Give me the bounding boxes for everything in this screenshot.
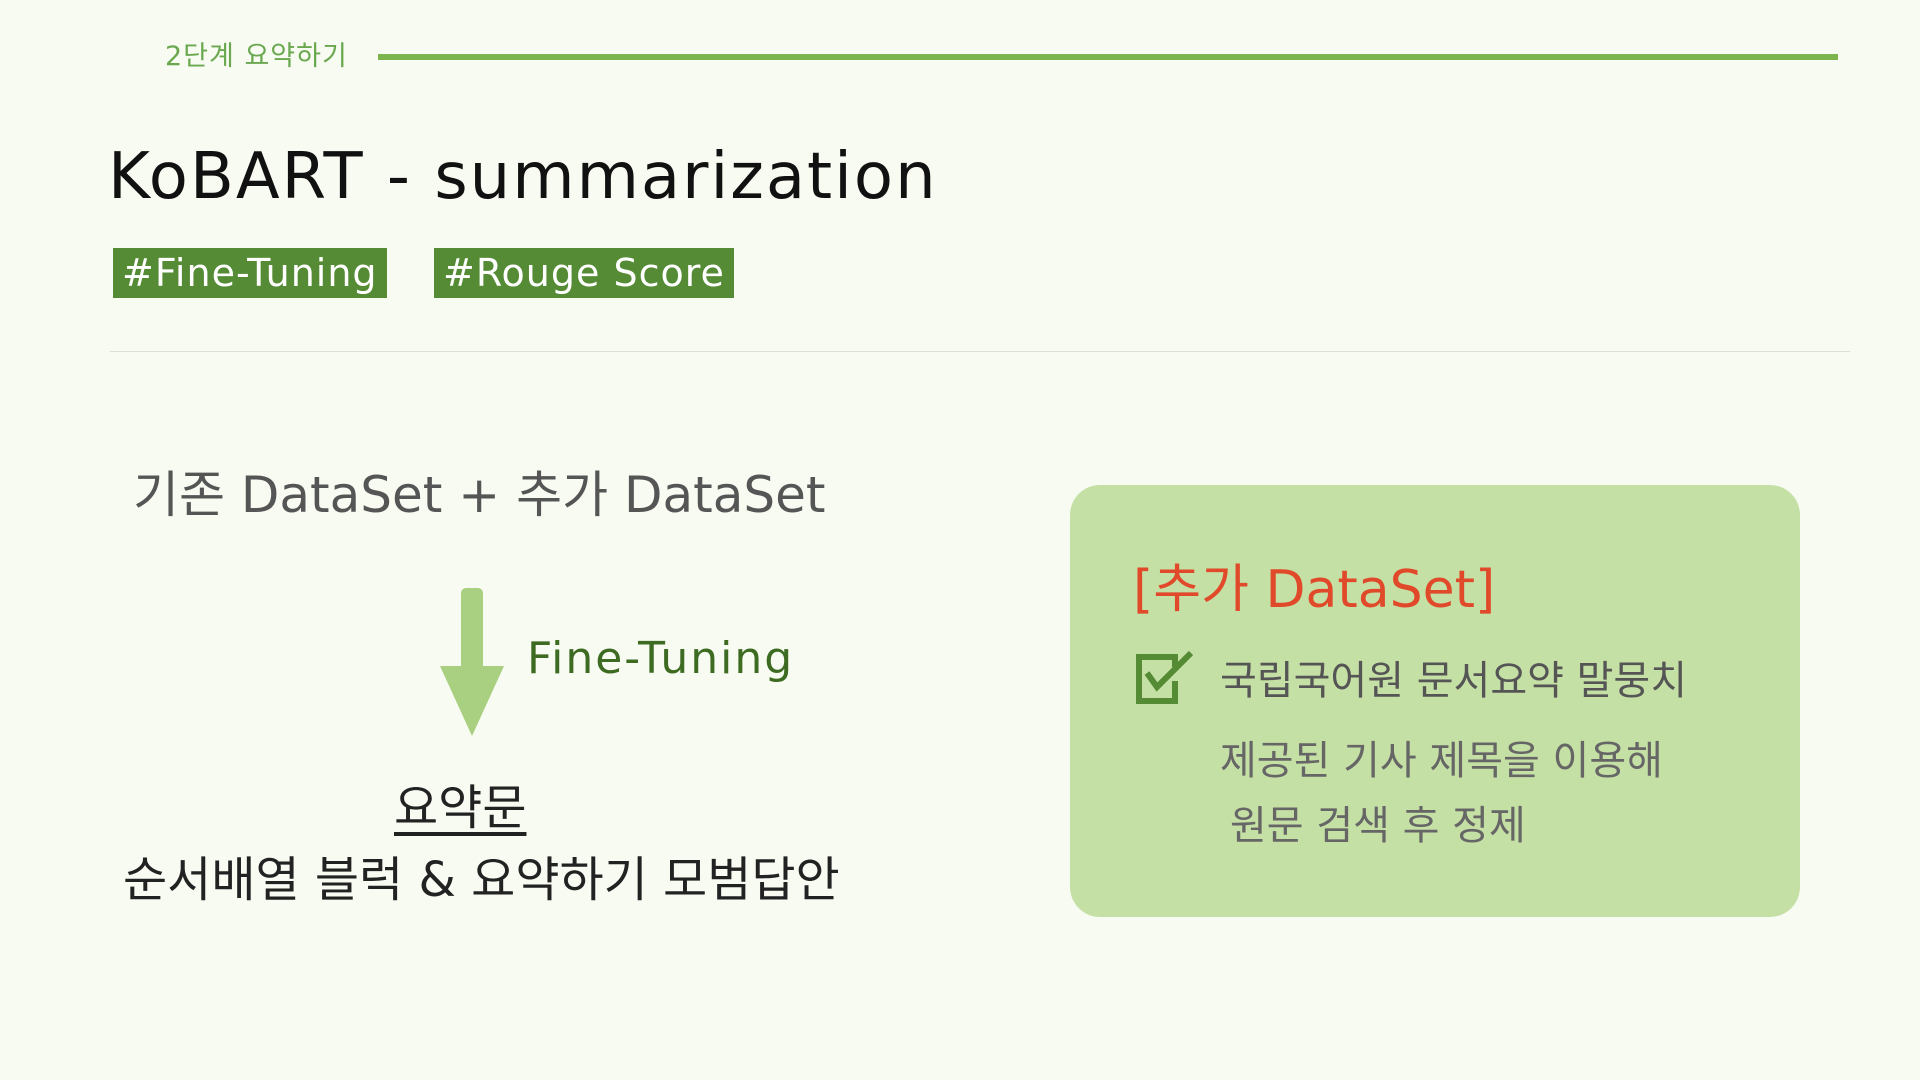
header-rule <box>378 54 1838 60</box>
dataset-desc-line1: 제공된 기사 제목을 이용해 <box>1220 738 1663 784</box>
dataset-input: 기존 DataSet + 추가 DataSet <box>133 466 826 524</box>
arrow-down-icon <box>440 588 504 736</box>
tag-fine-tuning: #Fine-Tuning <box>113 248 387 298</box>
output-description: 순서배열 블럭 & 요약하기 모범답안 <box>123 852 840 908</box>
checkbox-checked-icon <box>1136 651 1194 704</box>
divider <box>110 351 1850 352</box>
dataset-item: 국립국어원 문서요약 말뭉치 <box>1220 658 1688 704</box>
card-title: [추가 DataSet] <box>1133 560 1496 620</box>
tag-rouge-score: #Rouge Score <box>434 248 734 298</box>
dataset-desc-line2: 원문 검색 후 정제 <box>1230 803 1526 849</box>
output-title: 요약문 <box>394 780 527 836</box>
page-title: KoBART - summarization <box>108 140 938 214</box>
fine-tuning-label: Fine-Tuning <box>527 633 795 684</box>
section-label: 2단계 요약하기 <box>165 41 348 72</box>
